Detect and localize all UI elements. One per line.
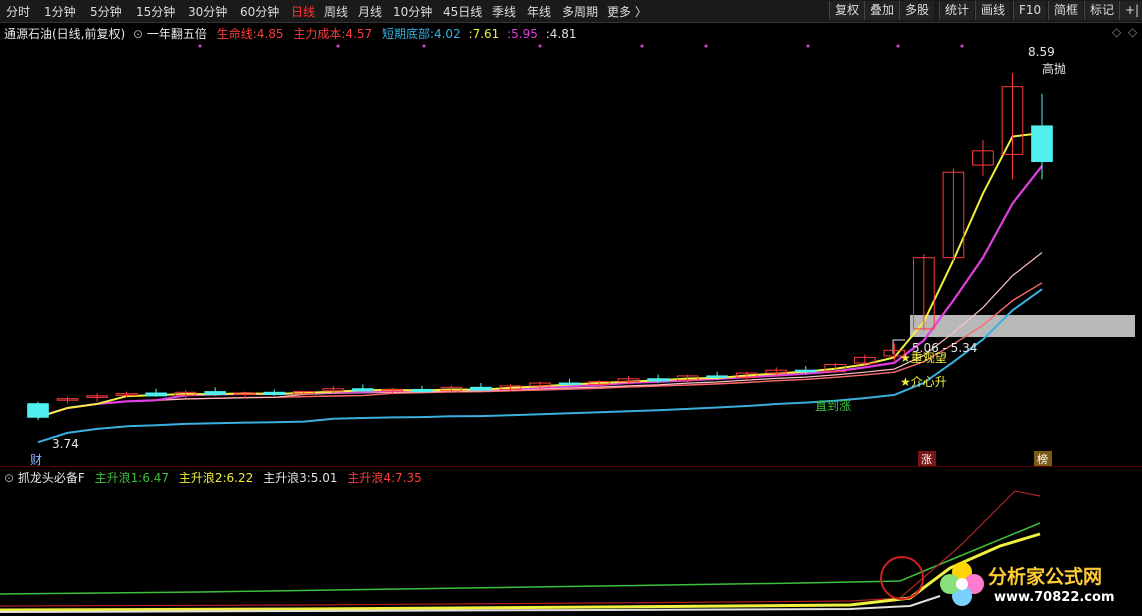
bang-badge: 榜: [1037, 452, 1048, 466]
candle-body: [263, 391, 286, 395]
candle-body: [145, 392, 167, 397]
star-guanwang: ★重观望: [900, 351, 947, 365]
period-quarterly[interactable]: 季线: [492, 3, 516, 20]
candle-body: [204, 391, 227, 395]
period-monthly[interactable]: 月线: [358, 3, 382, 20]
multi-stock-button[interactable]: 多股: [899, 1, 935, 20]
yellow-value: 7.61: [472, 27, 500, 41]
magenta-value: 5.95: [511, 27, 538, 41]
wave3-value: 5.01: [310, 471, 338, 485]
stock-title: 通源石油(日线,前复权): [4, 27, 126, 41]
period-yearly[interactable]: 年线: [527, 3, 551, 20]
short-bottom-line: [37, 288, 1043, 444]
overlay-button[interactable]: 叠加: [864, 1, 900, 20]
candle-body: [470, 386, 492, 391]
wave2-label: 主升浪2:: [178, 471, 227, 485]
collapse-icon[interactable]: ⊙: [133, 27, 143, 41]
duanqi-value: 4.02: [433, 27, 461, 41]
candle-body: [27, 403, 49, 418]
diamond-left-icon[interactable]: ◇: [1112, 25, 1121, 39]
signal-dot: [198, 44, 202, 48]
duanqi-label: 短期底部:: [381, 27, 434, 41]
indicator-name: 一年翻五倍: [146, 27, 207, 41]
white-value: 4.81: [549, 27, 577, 41]
star-jiexin: ★介心升: [900, 375, 947, 389]
signal-dot: [806, 44, 810, 48]
fuquan-button[interactable]: 复权: [829, 1, 865, 20]
candle-body: [706, 375, 729, 378]
candle-body: [647, 378, 669, 382]
diamond-right-icon[interactable]: ◇: [1128, 25, 1137, 39]
watermark-logo: 分析家公式网 www.70822.com: [934, 558, 1134, 610]
period-daily[interactable]: 日线: [291, 3, 315, 20]
period-5min[interactable]: 5分钟: [90, 3, 122, 20]
mark-button[interactable]: 标记: [1084, 1, 1120, 20]
yellow-line: [37, 132, 1043, 419]
signal-dot: [640, 44, 644, 48]
signal-dot: [538, 44, 542, 48]
period-1min[interactable]: 1分钟: [44, 3, 76, 20]
signal-dot: [896, 44, 900, 48]
high-tag: 高抛: [1042, 61, 1066, 76]
wave1-line: [0, 522, 1041, 595]
simple-frame-button[interactable]: 简框: [1048, 1, 1084, 20]
mid-signal-text: 直到涨: [815, 398, 851, 413]
signal-circle: [880, 556, 924, 600]
candle-body: [411, 388, 433, 393]
period-15min[interactable]: 15分钟: [136, 3, 175, 20]
signal-dot: [704, 44, 708, 48]
sub-indicator-name: 抓龙头必备F: [17, 471, 85, 485]
sub-info-bar: ⊙ 抓龙头必备F 主升浪1:6.47 主升浪2:6.22 主升浪3:5.01 主…: [4, 469, 422, 486]
f10-button[interactable]: F10: [1013, 1, 1047, 20]
magenta-line: [37, 165, 1043, 419]
sub-collapse-icon[interactable]: ⊙: [4, 471, 14, 485]
zhuli-label: 主力成本:: [293, 27, 346, 41]
period-30min[interactable]: 30分钟: [188, 3, 227, 20]
low-label: 3.74: [52, 437, 79, 451]
wave1-label: 主升浪1:: [94, 471, 143, 485]
flower-logo-icon: [940, 562, 984, 606]
wave2-value: 6.22: [226, 471, 254, 485]
draw-line-button[interactable]: 画线: [975, 1, 1011, 20]
zhang-badge: 涨: [921, 453, 932, 466]
period-60min[interactable]: 60分钟: [240, 3, 279, 20]
signal-dot: [960, 44, 964, 48]
wave3-label: 主升浪3:: [263, 471, 311, 485]
main-chart: 8.59高抛3.745.06 - 5.34★重观望★介心升直到涨财涨榜: [27, 44, 1135, 467]
watermark-text: 分析家公式网: [988, 566, 1103, 588]
watermark-url: www.70822.com: [994, 590, 1115, 605]
cai-badge: 财: [30, 453, 42, 467]
candle-body: [558, 382, 581, 386]
stats-button[interactable]: 统计: [939, 1, 975, 20]
period-45day[interactable]: 45日线: [443, 3, 482, 20]
period-more[interactable]: 更多 〉: [607, 3, 647, 20]
period-multi[interactable]: 多周期: [562, 3, 598, 20]
zhuli-value: 4.57: [345, 27, 373, 41]
wave1-value: 6.47: [142, 471, 170, 485]
signal-dot: [336, 44, 340, 48]
shengming-value: 4.85: [256, 27, 284, 41]
period-toolbar: 分时 1分钟 5分钟 15分钟 30分钟 60分钟 日线 周线 月线 10分钟 …: [0, 0, 1142, 23]
panel-separator: [0, 466, 1142, 467]
shengming-label: 生命线:: [216, 27, 257, 41]
high-label: 8.59: [1028, 45, 1055, 59]
support-zone: [910, 315, 1135, 337]
add-button[interactable]: +|: [1119, 1, 1142, 20]
signal-dot: [422, 44, 426, 48]
period-fenshi[interactable]: 分时: [6, 3, 30, 20]
candle-body: [794, 369, 817, 373]
period-10min[interactable]: 10分钟: [393, 3, 432, 20]
candle-body: [1031, 125, 1053, 163]
candle-body: [351, 388, 374, 392]
wave4-value: 7.35: [395, 471, 422, 485]
period-weekly[interactable]: 周线: [324, 3, 348, 20]
wave4-label: 主升浪4:: [347, 471, 396, 485]
